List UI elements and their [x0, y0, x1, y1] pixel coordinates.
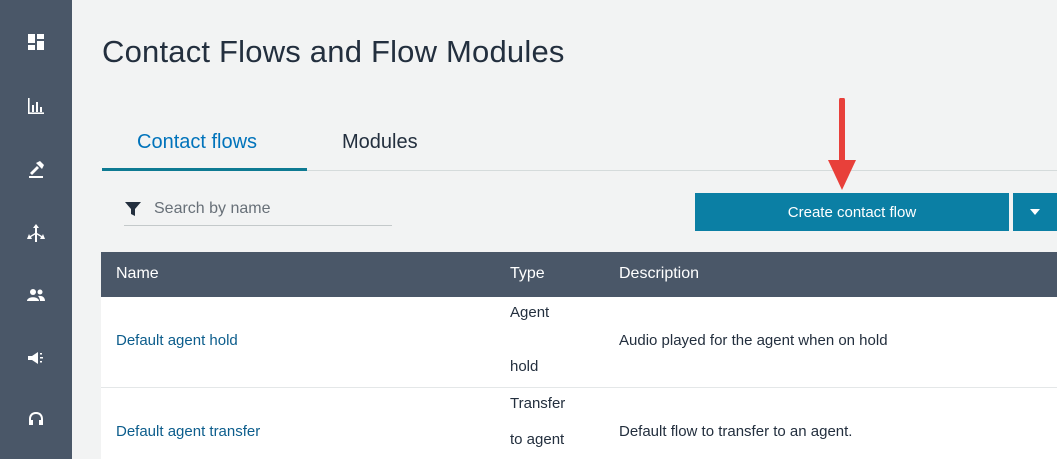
table-header: Name Type Description [101, 252, 1057, 297]
metrics-icon[interactable] [24, 94, 48, 118]
flow-name-link[interactable]: Default agent transfer [116, 423, 260, 440]
tab-contact-flows[interactable]: Contact flows [137, 131, 257, 154]
flow-description: Default flow to transfer to an agent. [619, 423, 853, 440]
app-window: Contact Flows and Flow Modules Contact f… [0, 0, 1057, 459]
table-row: Default agent transfer Transfer to agent… [101, 388, 1057, 459]
flow-type-line: Agent [510, 304, 550, 321]
tab-bar: Contact flows Modules [102, 120, 1057, 171]
table-row: Default agent hold Agent hold Audio play… [101, 298, 1057, 388]
flow-name-link[interactable]: Default agent hold [116, 332, 238, 349]
nav-rail [0, 0, 72, 459]
page-title: Contact Flows and Flow Modules [102, 34, 565, 69]
chevron-down-icon [1030, 209, 1040, 215]
search-field [124, 192, 392, 226]
create-options-dropdown-button[interactable] [1013, 193, 1057, 231]
filter-icon [125, 201, 141, 216]
main-content: Contact Flows and Flow Modules Contact f… [72, 0, 1057, 459]
active-tab-indicator [102, 168, 307, 171]
tab-modules[interactable]: Modules [342, 131, 418, 154]
column-header-type[interactable]: Type [510, 265, 545, 283]
create-contact-flow-button[interactable]: Create contact flow [695, 193, 1009, 231]
flow-type: Transfer to agent [510, 389, 565, 455]
flow-type-line: Transfer [510, 395, 566, 412]
campaigns-icon[interactable] [24, 346, 48, 370]
contact-flows-table: Name Type Description Default agent hold… [101, 252, 1057, 459]
flow-description: Audio played for the agent when on hold [619, 332, 888, 349]
dashboard-icon[interactable] [24, 30, 48, 54]
flow-type: Agent hold [510, 298, 549, 382]
column-header-description[interactable]: Description [619, 265, 699, 283]
red-arrow-annotation [828, 98, 856, 190]
flow-type-line: to agent [510, 431, 565, 448]
search-input[interactable] [154, 199, 374, 218]
routing-icon[interactable] [24, 157, 48, 181]
flow-type-line: hold [510, 358, 539, 375]
headset-icon[interactable] [24, 408, 48, 432]
users-icon[interactable] [24, 283, 48, 307]
column-header-name[interactable]: Name [116, 265, 159, 283]
flows-icon[interactable] [24, 221, 48, 245]
